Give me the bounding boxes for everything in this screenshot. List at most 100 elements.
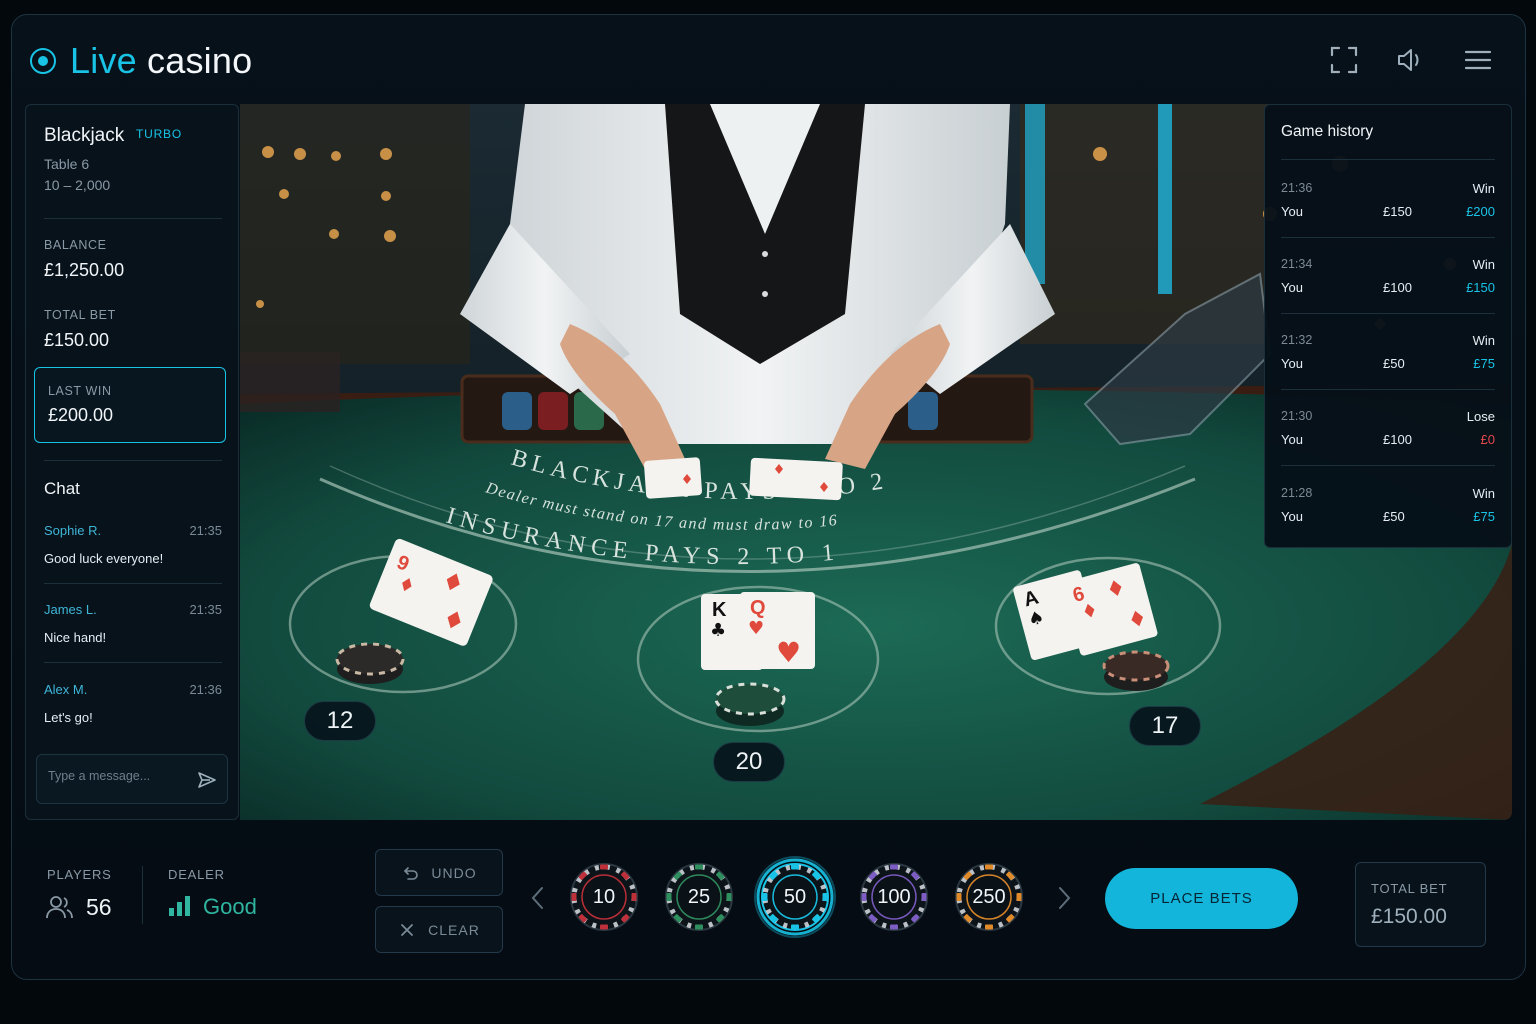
history-time: 21:28 [1281, 486, 1313, 500]
chat-message: James L. 21:35 Nice hand! [44, 602, 224, 645]
app-title: Live casino [70, 40, 252, 82]
chat-input[interactable] [48, 769, 188, 783]
chip-25[interactable]: 25 [663, 861, 735, 933]
divider [1281, 389, 1495, 390]
game-history-panel: Game history 21:36 Win You £150 £200 21:… [1264, 104, 1512, 548]
history-player: You [1281, 356, 1303, 371]
history-row: 21:32 Win You £50 £75 [1281, 333, 1495, 393]
balance-label: BALANCE [44, 238, 107, 252]
bet-chip [335, 642, 405, 676]
total-bet-value: £150.00 [1371, 905, 1447, 928]
total-bet-label: TOTAL BET [1371, 881, 1448, 896]
chip-next-arrow-icon[interactable] [1054, 884, 1074, 912]
divider [1281, 465, 1495, 466]
divider [44, 218, 222, 219]
chip-value-label: 50 [783, 885, 807, 908]
hand-score-left: 12 [304, 701, 376, 741]
players-value: 56 [86, 894, 112, 920]
history-payout: £200 [1466, 204, 1495, 219]
history-result: Win [1472, 333, 1495, 348]
send-icon[interactable] [197, 770, 217, 790]
total-bet-box: TOTAL BET £150.00 [1355, 862, 1486, 947]
history-result: Win [1472, 181, 1495, 196]
left-panel: Blackjack TURBO Table 6 10 – 2,000 BALAN… [25, 104, 239, 820]
svg-text:♣: ♣ [710, 620, 726, 641]
history-result: Lose [1466, 409, 1495, 424]
history-time: 21:30 [1281, 409, 1313, 423]
history-payout: £150 [1466, 280, 1495, 295]
history-player: You [1281, 509, 1303, 524]
svg-text:K: K [712, 599, 727, 621]
history-payout: £75 [1473, 356, 1495, 371]
table-limits: 10 – 2,000 [44, 177, 111, 193]
history-bet: £100 [1383, 280, 1412, 295]
discard-holder [240, 352, 340, 412]
chat-input-box [36, 754, 228, 804]
volume-icon[interactable] [1394, 44, 1426, 76]
history-bet: £50 [1383, 356, 1405, 371]
place-bets-button[interactable]: PLACE BETS [1105, 868, 1298, 929]
history-player: You [1281, 280, 1303, 295]
svg-text:Q: Q [750, 597, 766, 619]
history-player: You [1281, 204, 1303, 219]
chat-text: Good luck everyone! [44, 551, 164, 566]
player-card-queen-hearts: Q ♥ ♥ [740, 592, 815, 669]
total-bet-label: TOTAL BET [44, 308, 116, 322]
table-name: Table 6 [44, 156, 90, 172]
bet-chip [1102, 650, 1170, 682]
divider [142, 866, 143, 924]
history-bet: £150 [1383, 204, 1412, 219]
total-bet-value: £150.00 [44, 330, 110, 350]
last-win-label: LAST WIN [48, 384, 112, 398]
close-icon [401, 923, 414, 936]
history-result: Win [1472, 257, 1495, 272]
chat-text: Nice hand! [44, 630, 107, 645]
chat-message: Sophie R. 21:35 Good luck everyone! [44, 523, 224, 566]
chip-250[interactable]: 250 [953, 861, 1025, 933]
divider [44, 460, 222, 461]
chip-10[interactable]: 10 [568, 861, 640, 933]
chip-50[interactable]: 50 [754, 856, 836, 938]
dealer-card [644, 457, 702, 499]
chip-prev-arrow-icon[interactable] [528, 884, 548, 912]
history-row: 21:34 Win You £100 £150 [1281, 257, 1495, 317]
chip-value-label: 10 [592, 885, 616, 908]
history-time: 21:34 [1281, 257, 1313, 271]
chip-100[interactable]: 100 [858, 861, 930, 933]
dealer-label: DEALER [168, 867, 225, 882]
game-name: Blackjack [44, 125, 125, 146]
hand-score-right: 17 [1129, 706, 1201, 746]
chat-message: Alex M. 21:36 Let's go! [44, 682, 224, 725]
history-payout: £0 [1480, 432, 1495, 447]
chat-text: Let's go! [44, 710, 93, 725]
players-label: PLAYERS [47, 867, 112, 882]
dealer-card [749, 457, 843, 501]
undo-button[interactable]: UNDO [375, 849, 503, 896]
divider [1281, 313, 1495, 314]
history-bet: £100 [1383, 432, 1412, 447]
brand: Live casino [30, 40, 252, 82]
divider [44, 662, 222, 663]
history-payout: £75 [1473, 509, 1495, 524]
history-row: 21:30 Lose You £100 £0 [1281, 409, 1495, 469]
chip-value-label: 25 [687, 885, 711, 908]
history-time: 21:32 [1281, 333, 1313, 347]
history-time: 21:36 [1281, 181, 1313, 195]
history-result: Win [1472, 486, 1495, 501]
menu-icon[interactable] [1462, 44, 1494, 76]
divider [1281, 237, 1495, 238]
history-player: You [1281, 432, 1303, 447]
game-badge: TURBO [136, 127, 182, 141]
chat-time: 21:35 [189, 523, 222, 538]
chat-time: 21:35 [189, 602, 222, 617]
last-win-box: LAST WIN £200.00 [34, 367, 226, 443]
history-title: Game history [1281, 123, 1374, 140]
players-icon [46, 894, 74, 920]
history-bet: £50 [1383, 509, 1405, 524]
dealer-quality: Good [203, 894, 257, 919]
clear-button[interactable]: CLEAR [375, 906, 503, 953]
chip-value-label: 100 [877, 885, 911, 908]
chip-value-label: 250 [972, 885, 1006, 908]
history-row: 21:36 Win You £150 £200 [1281, 181, 1495, 241]
fullscreen-icon[interactable] [1328, 44, 1360, 76]
